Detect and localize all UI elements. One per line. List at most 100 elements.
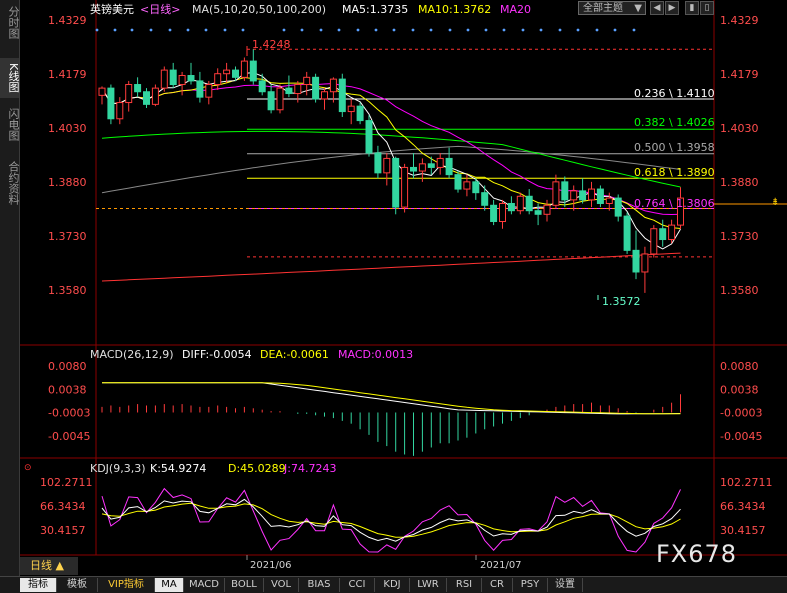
event-marker-dot: [356, 28, 360, 32]
macd-tick-right: 0.0080: [720, 360, 759, 373]
kdj-settings-icon[interactable]: ⊙: [24, 463, 32, 473]
candle-body: [347, 105, 355, 113]
kdj-tick-right: 102.2711: [720, 476, 773, 489]
macd-tick-right: 0.0038: [720, 384, 759, 397]
candle-body: [614, 197, 622, 217]
time-label-june: 2021/06: [250, 560, 292, 571]
event-marker-dot: [241, 28, 245, 32]
event-marker-dot: [300, 28, 304, 32]
candle-body: [205, 84, 213, 98]
tab-cr[interactable]: CR: [482, 578, 513, 592]
price-tick-left: 1.4030: [48, 122, 87, 135]
left-tab-bar: 分时图 K线图 闪电图 合约资料: [0, 0, 20, 576]
candle-body: [605, 197, 613, 204]
tab-kdj[interactable]: KDJ: [375, 578, 410, 592]
event-marker-dot: [466, 28, 470, 32]
candle-body: [641, 253, 649, 273]
price-tick-right: 1.3880: [720, 176, 759, 189]
candle-body: [436, 157, 444, 168]
tab-lwr[interactable]: LWR: [410, 578, 447, 592]
event-marker-dot: [149, 28, 153, 32]
tab-ma[interactable]: MA: [155, 578, 184, 592]
macd-tick-right: -0.0045: [720, 430, 762, 443]
candle-body: [463, 181, 471, 190]
price-tick-left: 1.4179: [48, 68, 87, 81]
candle-body: [187, 75, 195, 82]
candle-body: [534, 210, 542, 215]
macd-tick-left: -0.0045: [48, 430, 90, 443]
event-marker-dot: [502, 28, 506, 32]
chart-area[interactable]: 英镑美元 <日线> MA(5,10,20,50,100,200) MA5:1.3…: [20, 0, 787, 576]
candle-body: [178, 75, 186, 86]
candle-body: [303, 76, 311, 86]
candle-body: [107, 87, 115, 120]
kdj-params: KDJ(9,3,3): [90, 462, 146, 475]
period-tag: <日线>: [140, 2, 180, 16]
candle-body: [623, 215, 631, 251]
left-tab-contract-info[interactable]: 合约资料: [0, 154, 20, 212]
chevron-down-icon: ▼: [634, 3, 642, 14]
left-tab-kline[interactable]: K线图: [0, 58, 20, 98]
tab-templates[interactable]: 模板: [57, 578, 98, 592]
event-marker-dot: [595, 28, 599, 32]
indicator-tab-bar: 指标 模板 VIP指标 MA MACD BOLL VOL BIAS CCI KD…: [0, 576, 787, 593]
macd-value: MACD:0.0013: [338, 348, 413, 361]
candle-body: [169, 69, 177, 86]
event-marker-dot: [337, 28, 341, 32]
event-marker-dot: [576, 28, 580, 32]
topic-select-label: 全部主题: [583, 3, 623, 14]
tab-psy[interactable]: PSY: [513, 578, 548, 592]
price-tick-right: 1.4030: [720, 122, 759, 135]
event-marker-dot: [374, 28, 378, 32]
left-tab-timeshare[interactable]: 分时图: [0, 4, 20, 40]
tab-indicators[interactable]: 指标: [20, 578, 57, 592]
price-tick-right: 1.4179: [720, 68, 759, 81]
tab-cci[interactable]: CCI: [340, 578, 375, 592]
candle-body: [525, 195, 533, 212]
price-tick-right: 1.3580: [720, 284, 759, 297]
high-price-label: 1.4248: [252, 38, 291, 51]
low-price-label: 1.3572: [602, 295, 641, 308]
fib-label-0618: 0.618 \ 1.3890: [634, 166, 715, 179]
candle-body: [356, 105, 364, 122]
tab-vip-indicators[interactable]: VIP指标: [98, 578, 155, 592]
topic-select[interactable]: 全部主题 ▼: [578, 1, 646, 15]
candle-body: [249, 60, 257, 82]
next-button[interactable]: ▶: [665, 1, 679, 15]
candle-body: [507, 202, 515, 212]
candle-body: [481, 192, 489, 206]
event-marker-dot: [130, 28, 134, 32]
fib-label-0382: 0.382 \ 1.4026: [634, 116, 715, 129]
candle-body: [561, 181, 569, 201]
candle-body: [499, 202, 506, 223]
kdj-tick-left: 66.3434: [40, 500, 86, 513]
tab-bias[interactable]: BIAS: [299, 578, 340, 592]
prev-button[interactable]: ◀: [650, 1, 664, 15]
left-tab-flash[interactable]: 闪电图: [0, 104, 20, 144]
price-tick-left: 1.3730: [48, 230, 87, 243]
macd-tick-left: 0.0038: [48, 384, 87, 397]
time-label-july: 2021/07: [480, 560, 522, 571]
tab-rsi[interactable]: RSI: [447, 578, 482, 592]
price-tick-left: 1.3580: [48, 284, 87, 297]
event-marker-dot: [411, 28, 415, 32]
zoom-in-button[interactable]: ▯: [700, 1, 714, 15]
kdj-j: J:74.7243: [283, 462, 336, 475]
event-marker-dot: [448, 28, 452, 32]
candle-body: [98, 87, 106, 96]
tab-settings[interactable]: 设置: [548, 578, 583, 592]
candle-body: [596, 188, 604, 204]
kdj-d: D:45.0289: [228, 462, 286, 475]
fib-label-0236: 0.236 \ 1.4110: [634, 87, 715, 100]
candle-body: [338, 78, 346, 113]
candle-body: [365, 120, 373, 154]
zoom-out-button[interactable]: ▮: [685, 1, 699, 15]
tab-vol[interactable]: VOL: [264, 578, 299, 592]
event-marker-dot: [429, 28, 433, 32]
tab-macd[interactable]: MACD: [184, 578, 225, 592]
tab-boll[interactable]: BOLL: [225, 578, 264, 592]
kdj-tick-right: 30.4157: [720, 524, 766, 537]
kdj-tick-right: 66.3434: [720, 500, 766, 513]
period-button[interactable]: 日线 ▲: [20, 557, 78, 575]
candle-body: [312, 76, 320, 100]
